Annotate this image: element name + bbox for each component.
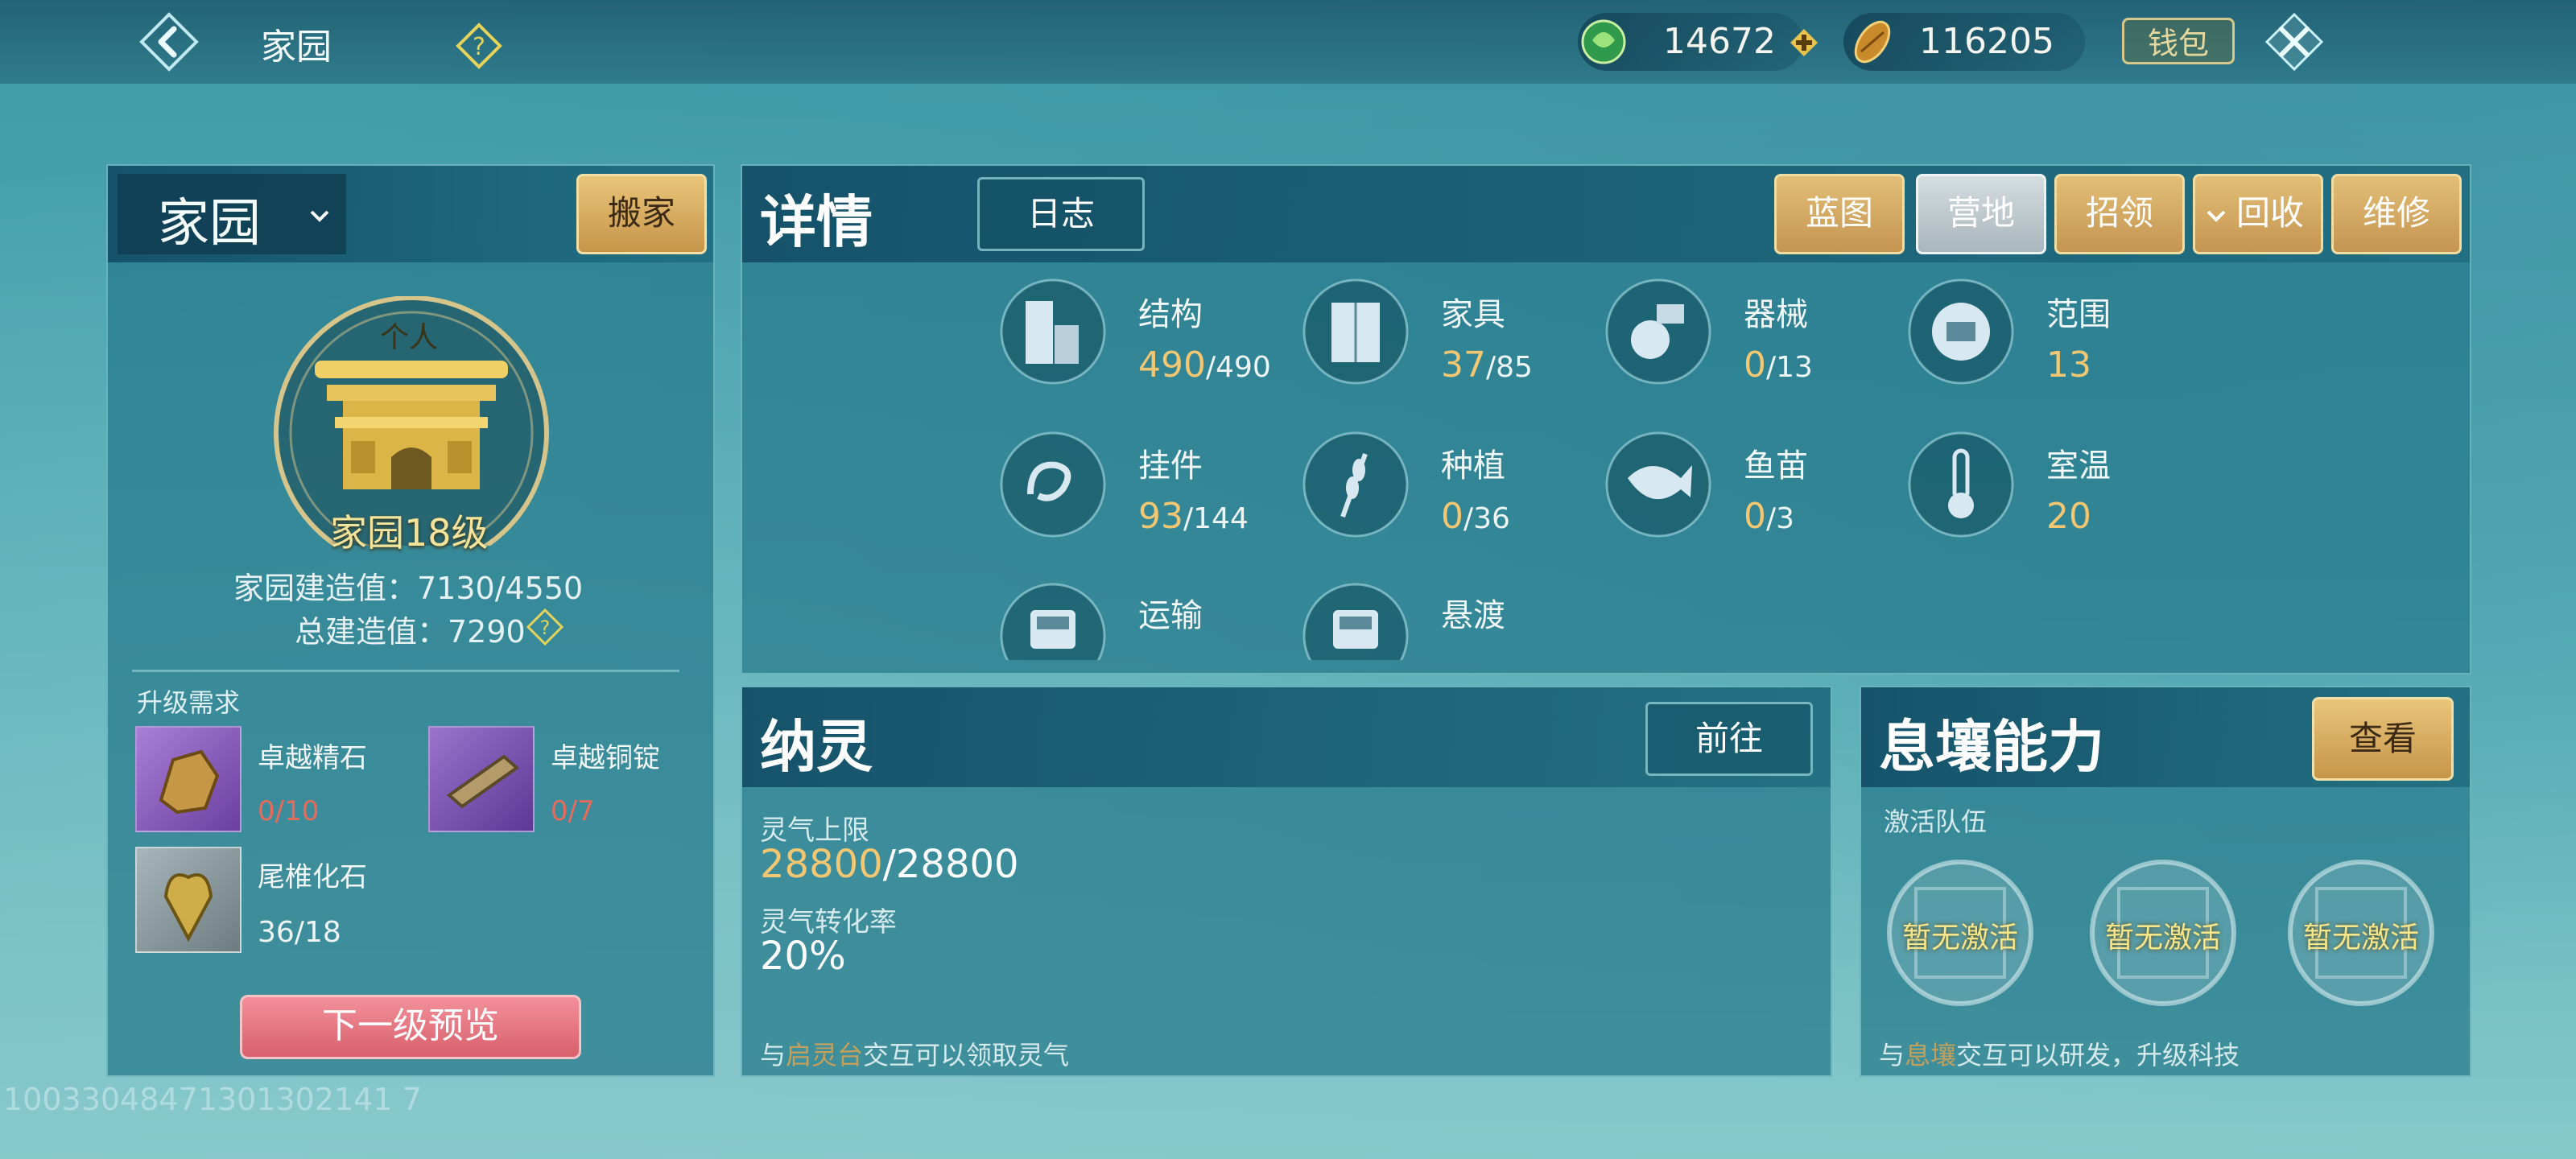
divider [132,670,679,672]
chevron-down-icon [2207,210,2226,222]
stat-name: 挂件 [1138,448,1203,485]
homestead-title: 家园 [158,194,261,254]
help-icon[interactable]: ? [526,608,564,645]
naling-hint: 与启灵台交互可以领取灵气 [760,1040,1070,1070]
emblem-badge: 个人 [380,321,439,354]
stat-value: 37/85 [1441,344,1533,386]
ore-icon [159,749,220,815]
machine-icon [1604,277,1713,386]
coin-icon [1847,16,1898,68]
stat-name: 结构 [1138,296,1203,333]
stat-name: 室温 [2046,448,2111,485]
stat-name: 悬渡 [1441,597,1505,634]
slot-status: 暂无激活 [2303,922,2420,955]
material-name: 卓越精石 [258,742,367,774]
svg-text:?: ? [473,33,485,61]
upgrade-requirements-title: 升级需求 [137,687,241,718]
stats-grid: 结构 490/490 家具 37/85 器械 0/13 范围 13 挂件 93/… [998,274,2351,660]
back-button[interactable] [137,10,201,74]
team-slot[interactable]: 暂无激活 [2285,856,2438,1009]
conversion-rate-value: 20% [760,934,846,979]
material-slot[interactable] [428,726,535,832]
goto-button[interactable]: 前往 [1645,702,1813,776]
stat-name: 器械 [1744,296,1808,333]
tram-icon [998,581,1108,660]
recycle-button[interactable]: 回收 [2193,174,2323,254]
help-icon[interactable]: ? [456,23,502,69]
homestead-level: 家园18级 [330,511,489,555]
naling-title: 纳灵 [760,714,873,780]
close-icon[interactable] [2264,11,2325,72]
material-slot[interactable] [135,726,242,832]
cablecar-icon [1301,581,1410,660]
claim-button[interactable]: 招领 [2054,174,2185,254]
active-team-label: 激活队伍 [1884,806,1988,837]
add-jade-icon[interactable] [1789,27,1819,58]
total-build-value: 总建造值：7290 [295,614,526,650]
material-name: 卓越铜锭 [551,742,660,774]
jade-icon [1578,16,1629,68]
back-arrow-icon [139,12,199,72]
wheat-icon [1301,430,1410,539]
stat-value: 0/36 [1441,496,1510,537]
homestead-selector[interactable]: 家园 [118,174,346,254]
wallet-button[interactable]: 钱包 [2122,18,2235,64]
thermometer-icon [1906,430,2016,539]
ingot-icon [446,754,520,809]
move-house-button[interactable]: 搬家 [576,174,707,254]
range-icon [1906,277,2016,386]
stat-value: 20 [2046,496,2091,537]
view-button[interactable]: 查看 [2312,697,2454,781]
wardrobe-icon [1301,277,1410,386]
stat-name: 种植 [1441,448,1505,485]
xirang-hint: 与息壤交互可以研发，升级科技 [1879,1040,2240,1070]
stat-value: 0/13 [1744,344,1813,386]
tab-log[interactable]: 日志 [977,177,1145,251]
stat-value: 490/490 [1138,344,1271,386]
slot-status: 暂无激活 [2105,922,2222,955]
recycle-label: 回收 [2235,193,2304,233]
build-value: 家园建造值：7130/4550 [233,571,584,606]
details-title: 详情 [760,189,873,255]
next-level-preview-button[interactable]: 下一级预览 [240,995,581,1059]
svg-text:?: ? [540,617,551,639]
coin-amount: 116205 [1919,21,2054,62]
camp-button[interactable]: 营地 [1916,174,2046,254]
material-count: 36/18 [258,916,341,949]
team-slot[interactable]: 暂无激活 [1884,856,2037,1009]
blueprint-button[interactable]: 蓝图 [1774,174,1905,254]
building-icon [998,277,1108,386]
stat-name: 范围 [2046,296,2111,333]
material-slot[interactable] [135,847,242,953]
team-slot[interactable]: 暂无激活 [2087,856,2240,1009]
stat-value: 13 [2046,344,2091,386]
fossil-icon [163,873,213,942]
xirang-title: 息壤能力 [1879,714,2104,780]
spirit-cap-value: 28800/28800 [760,842,1019,887]
stat-name: 家具 [1441,296,1505,333]
stat-name: 鱼苗 [1744,448,1808,485]
homestead-emblem: 个人 家园18级 [270,295,552,571]
fish-icon [1604,430,1713,539]
stat-value: 93/144 [1138,496,1249,537]
jade-amount: 14672 [1663,21,1776,62]
slot-status: 暂无激活 [1902,922,2019,955]
stat-value: 0/3 [1744,496,1795,537]
repair-button[interactable]: 维修 [2331,174,2462,254]
chevron-down-icon [310,210,329,222]
material-name: 尾椎化石 [258,861,367,893]
pendant-icon [998,430,1108,539]
page-title: 家园 [261,27,332,68]
stat-name: 运输 [1138,597,1203,634]
material-count: 0/7 [551,795,595,827]
player-id: 10033048471301302141 7 [3,1082,422,1117]
material-count: 0/10 [258,795,320,827]
